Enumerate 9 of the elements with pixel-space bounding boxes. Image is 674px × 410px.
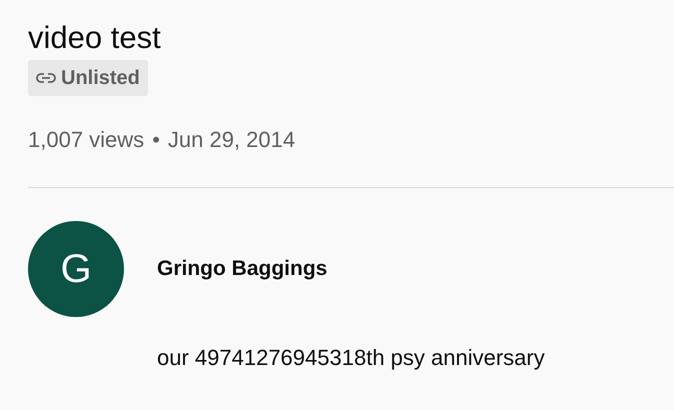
link-icon [36, 72, 56, 84]
video-title: video test [28, 20, 162, 56]
video-description: our 49741276945318th psy anniversary [157, 344, 546, 372]
separator: • [152, 126, 160, 154]
channel-name[interactable]: Gringo Baggings [157, 252, 328, 284]
channel-avatar[interactable]: G [28, 220, 124, 317]
upload-date: Jun 29, 2014 [168, 126, 296, 154]
visibility-badge: Unlisted [28, 60, 148, 96]
view-count: 1,007 views [28, 126, 144, 154]
